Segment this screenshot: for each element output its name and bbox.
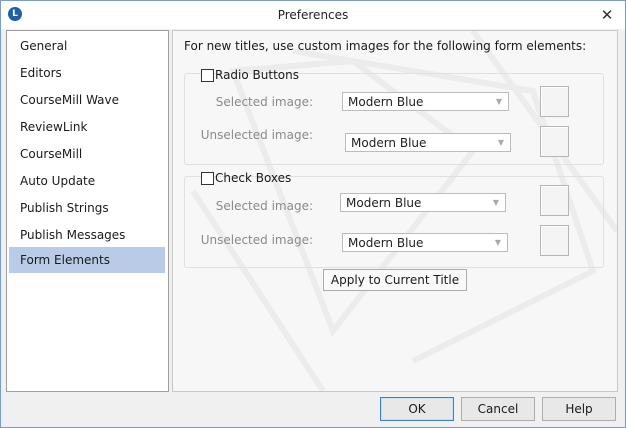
sidebar-item-coursemill-wave[interactable]: CourseMill Wave xyxy=(9,87,165,113)
help-button[interactable]: Help xyxy=(542,397,616,421)
sidebar-item-auto-update[interactable]: Auto Update xyxy=(9,168,165,194)
check-selected-image-preview xyxy=(540,185,569,216)
radio-unselected-image-preview xyxy=(540,126,569,157)
sidebar-item-coursemill[interactable]: CourseMill xyxy=(9,141,165,167)
chevron-down-icon: ▼ xyxy=(495,97,502,106)
check-unselected-image-dropdown[interactable]: Modern Blue ▼ xyxy=(342,233,508,252)
chevron-down-icon: ▼ xyxy=(494,238,501,247)
apply-to-current-title-button[interactable]: Apply to Current Title xyxy=(323,269,467,291)
cancel-button[interactable]: Cancel xyxy=(461,397,535,421)
check-boxes-checkbox[interactable] xyxy=(201,172,214,185)
sidebar-item-general[interactable]: General xyxy=(9,33,165,59)
window-title: Preferences xyxy=(277,8,349,22)
sidebar-item-reviewlink[interactable]: ReviewLink xyxy=(9,114,165,140)
ok-button[interactable]: OK xyxy=(380,397,454,421)
dropdown-value: Modern Blue xyxy=(351,136,427,150)
check-unselected-image-preview xyxy=(540,225,569,256)
radio-selected-image-dropdown[interactable]: Modern Blue ▼ xyxy=(342,92,509,111)
instructions-text: For new titles, use custom images for th… xyxy=(184,39,587,53)
form-elements-panel: For new titles, use custom images for th… xyxy=(172,30,618,392)
chevron-down-icon: ▼ xyxy=(492,198,499,207)
radio-unselected-image-label: Unselected image: xyxy=(200,128,313,142)
dropdown-value: Modern Blue xyxy=(346,196,422,210)
check-selected-image-label: Selected image: xyxy=(215,199,313,213)
title-bar[interactable]: L Preferences ✕ xyxy=(1,1,625,29)
radio-buttons-checkbox[interactable] xyxy=(201,69,214,82)
chevron-down-icon: ▼ xyxy=(497,138,504,147)
sidebar-item-editors[interactable]: Editors xyxy=(9,60,165,86)
radio-selected-image-label: Selected image: xyxy=(215,95,313,109)
sidebar-item-publish-strings[interactable]: Publish Strings xyxy=(9,195,165,221)
dropdown-value: Modern Blue xyxy=(348,236,424,250)
check-boxes-label: Check Boxes xyxy=(215,171,292,185)
close-button[interactable]: ✕ xyxy=(595,4,619,26)
dropdown-value: Modern Blue xyxy=(348,95,424,109)
check-selected-image-dropdown[interactable]: Modern Blue ▼ xyxy=(340,193,506,212)
category-sidebar: General Editors CourseMill Wave ReviewLi… xyxy=(6,30,169,392)
sidebar-item-publish-messages[interactable]: Publish Messages xyxy=(9,222,165,248)
radio-buttons-label: Radio Buttons xyxy=(215,68,299,82)
check-unselected-image-label: Unselected image: xyxy=(200,233,313,247)
preferences-window: L Preferences ✕ General Editors CourseMi… xyxy=(0,0,626,428)
radio-selected-image-preview xyxy=(540,86,569,117)
sidebar-item-form-elements[interactable]: Form Elements xyxy=(9,247,165,273)
radio-unselected-image-dropdown[interactable]: Modern Blue ▼ xyxy=(345,133,511,152)
